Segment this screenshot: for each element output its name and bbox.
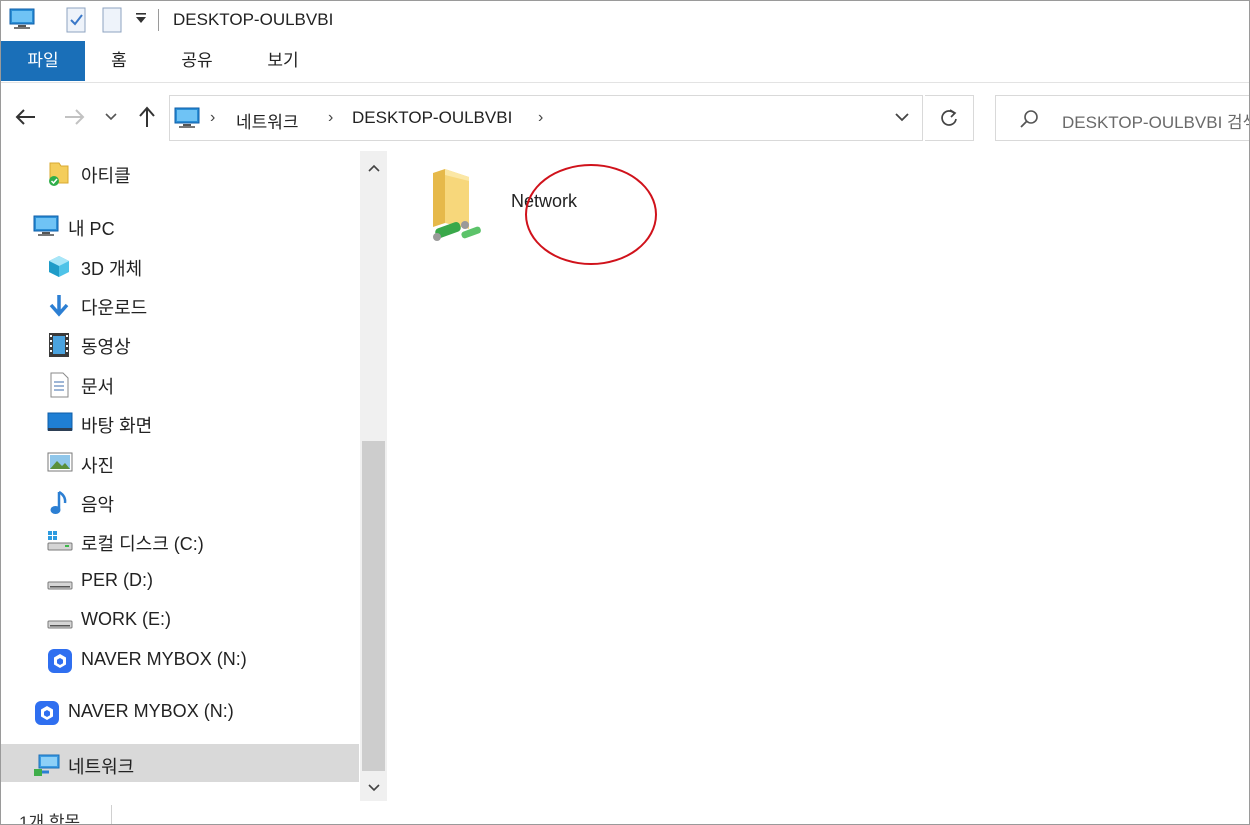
breadcrumb-chevron-icon[interactable]: › <box>538 109 543 127</box>
nav-item-label: WORK (E:) <box>81 609 171 629</box>
nav-item-label: 음악 <box>81 495 115 515</box>
quick-access-dropdown-icon[interactable] <box>134 11 148 30</box>
content-pane: Network <box>387 151 1249 801</box>
nav-item-this-pc[interactable]: 내 PC <box>1 206 359 244</box>
chevron-down-icon <box>105 113 117 121</box>
video-icon <box>47 332 71 357</box>
nav-item-label: 동영상 <box>81 337 131 357</box>
tab-file[interactable]: 파일 <box>1 41 85 81</box>
address-dropdown-icon[interactable] <box>894 110 910 128</box>
nav-item-articles[interactable]: 아티클 <box>1 153 359 191</box>
nav-pane-scrollbar[interactable] <box>360 151 387 801</box>
status-separator <box>111 805 112 824</box>
nav-item-label: NAVER MYBOX (N:) <box>81 649 247 669</box>
breadcrumb-desktop[interactable]: DESKTOP-OULBVBI <box>352 108 512 128</box>
arrow-left-icon <box>15 109 35 125</box>
nav-item-label: 네트워크 <box>68 757 135 777</box>
3d-objects-icon <box>47 254 71 278</box>
annotation-circle <box>525 164 657 265</box>
properties-icon[interactable] <box>65 7 87 38</box>
desktop-icon <box>47 411 73 435</box>
this-pc-icon <box>174 106 200 135</box>
mybox-icon <box>47 648 72 673</box>
scroll-up-button[interactable] <box>360 153 387 183</box>
drive-icon <box>47 608 73 632</box>
shared-folder-icon <box>419 167 489 252</box>
nav-item-desktop[interactable]: 바탕 화면 <box>1 403 359 441</box>
nav-item-music[interactable]: 음악 <box>1 482 359 520</box>
search-box[interactable]: DESKTOP-OULBVBI 검색 <box>995 95 1249 141</box>
network-icon <box>33 752 60 776</box>
nav-item-label: PER (D:) <box>81 570 153 590</box>
address-bar[interactable]: › 네트워크 › DESKTOP-OULBVBI › <box>169 95 923 141</box>
up-button[interactable] <box>132 101 162 133</box>
nav-item-label: 로컬 디스크 (C:) <box>81 534 204 554</box>
mybox-icon <box>34 700 59 725</box>
this-pc-icon <box>9 7 35 36</box>
new-folder-icon[interactable] <box>101 7 123 38</box>
nav-item-label: 3D 개체 <box>81 259 143 279</box>
nav-item-naver-mybox-root[interactable]: NAVER MYBOX (N:) <box>1 692 359 730</box>
nav-item-pictures[interactable]: 사진 <box>1 443 359 481</box>
nav-item-label: 다운로드 <box>81 298 148 318</box>
document-icon <box>49 372 73 398</box>
nav-item-work-e[interactable]: WORK (E:) <box>1 600 359 638</box>
status-bar: 1개 항목 <box>1 801 1249 825</box>
chevron-up-icon <box>367 164 380 172</box>
item-count: 1개 항목 <box>19 813 81 825</box>
forward-button[interactable] <box>59 101 89 133</box>
nav-item-naver-mybox-n[interactable]: NAVER MYBOX (N:) <box>1 640 359 678</box>
tab-share[interactable]: 공유 <box>167 41 227 81</box>
back-button[interactable] <box>11 101 41 133</box>
nav-item-label: 바탕 화면 <box>81 416 153 436</box>
nav-item-documents[interactable]: 문서 <box>1 364 359 402</box>
download-icon <box>47 293 71 317</box>
nav-item-network[interactable]: 네트워크 <box>1 744 359 782</box>
arrow-right-icon <box>65 109 85 125</box>
breadcrumb-chevron-icon[interactable]: › <box>210 109 215 127</box>
scroll-thumb[interactable] <box>362 441 385 771</box>
breadcrumb-chevron-icon[interactable]: › <box>328 109 333 127</box>
tab-view[interactable]: 보기 <box>253 41 313 81</box>
this-pc-icon <box>33 214 59 238</box>
network-shared-folder[interactable]: Network <box>419 163 657 265</box>
local-disk-icon <box>47 529 73 553</box>
folder-synced-icon <box>47 161 71 186</box>
search-input[interactable]: DESKTOP-OULBVBI 검색 <box>1062 108 1249 133</box>
nav-item-per-d[interactable]: PER (D:) <box>1 561 359 599</box>
navigation-pane: 아티클 내 PC 3D 개체 다운로드 동영상 문서 바탕 화면 사진 음악 로… <box>1 151 387 801</box>
music-icon <box>49 490 73 514</box>
chevron-down-icon <box>367 784 380 792</box>
nav-item-3d-objects[interactable]: 3D 개체 <box>1 246 359 284</box>
window-title: DESKTOP-OULBVBI <box>173 10 334 29</box>
scroll-down-button[interactable] <box>360 773 387 803</box>
search-icon <box>1018 108 1040 135</box>
drive-icon <box>47 569 73 593</box>
refresh-icon <box>941 109 957 126</box>
nav-item-videos[interactable]: 동영상 <box>1 324 359 362</box>
title-bar: DESKTOP-OULBVBI <box>1 1 1249 39</box>
nav-item-label: NAVER MYBOX (N:) <box>68 701 234 721</box>
nav-item-label: 사진 <box>81 456 115 476</box>
nav-item-label: 내 PC <box>68 219 115 239</box>
tab-home[interactable]: 홈 <box>97 41 141 81</box>
file-explorer-window: DESKTOP-OULBVBI 파일 홈 공유 보기 › 네트워크 › DESK… <box>0 0 1250 825</box>
nav-item-label: 아티클 <box>81 166 131 186</box>
breadcrumb-network[interactable]: 네트워크 <box>236 108 299 133</box>
quick-access-separator <box>158 9 159 31</box>
recent-locations-button[interactable] <box>99 101 123 133</box>
nav-item-local-disk-c[interactable]: 로컬 디스크 (C:) <box>1 521 359 559</box>
nav-item-downloads[interactable]: 다운로드 <box>1 285 359 323</box>
refresh-button[interactable] <box>925 95 974 141</box>
ribbon-tabs: 파일 홈 공유 보기 <box>1 41 1249 83</box>
pictures-icon <box>47 451 73 475</box>
nav-item-label: 문서 <box>81 377 115 397</box>
arrow-up-icon <box>139 106 155 127</box>
